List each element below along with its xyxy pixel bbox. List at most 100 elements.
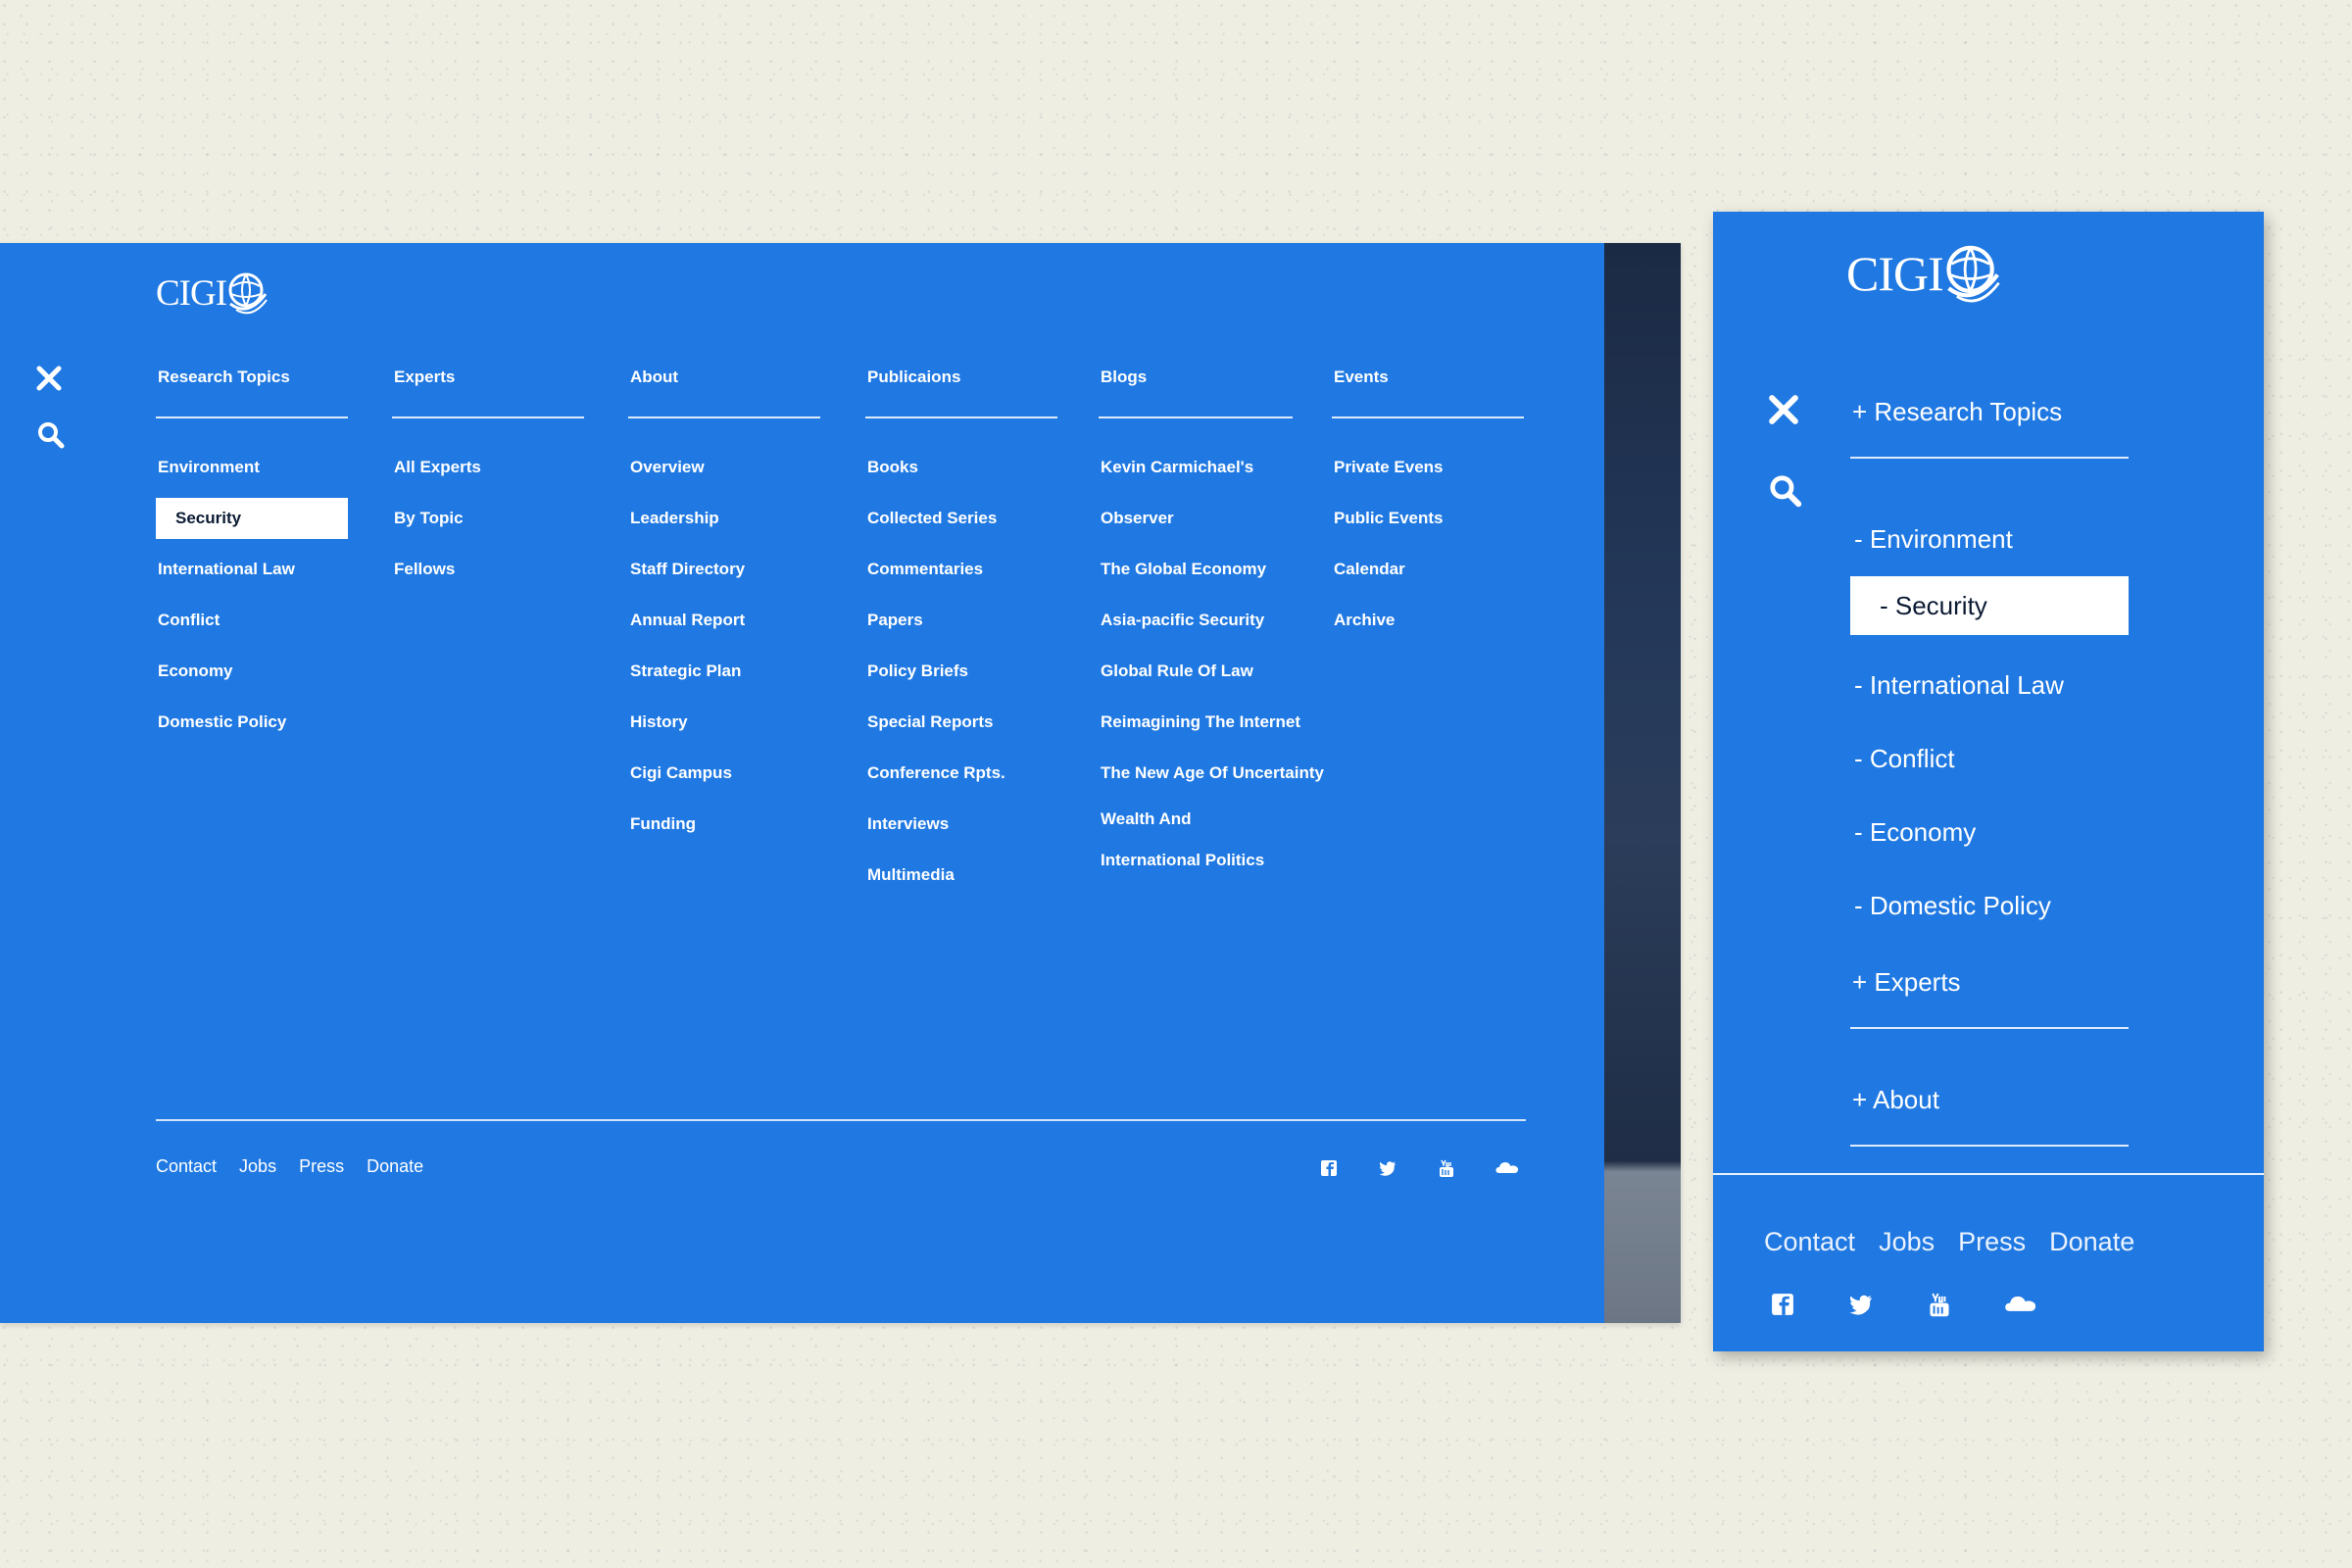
menu-item-archive[interactable]: Archive (1332, 595, 1524, 646)
column-heading[interactable]: Experts (392, 366, 584, 418)
menu-item-special-reports[interactable]: Special Reports (865, 697, 1057, 748)
menu-item-strategic-plan[interactable]: Strategic Plan (628, 646, 820, 697)
menu-item-books[interactable]: Books (865, 442, 1057, 493)
menu-item-collected-series[interactable]: Collected Series (865, 493, 1057, 544)
globe-icon (226, 269, 268, 318)
desktop-menu-panel: CIGI Research Topics Environment Securit… (0, 243, 1604, 1323)
menu-item-conflict[interactable]: Conflict (156, 595, 348, 646)
facebook-icon[interactable] (1768, 1290, 1797, 1319)
column-heading[interactable]: About (628, 366, 820, 418)
background-photo-strip (1604, 243, 1681, 1323)
column-list: Books Collected Series Commentaries Pape… (865, 442, 1057, 901)
soundcloud-icon[interactable] (1494, 1157, 1519, 1179)
menu-item-asia-pacific-security[interactable]: Asia-pacific Security (1099, 595, 1324, 646)
menu-item-conference-reports[interactable]: Conference Rpts. (865, 748, 1057, 799)
column-list: Kevin Carmichael's Observer The Global E… (1099, 442, 1324, 881)
menu-item-funding[interactable]: Funding (628, 799, 820, 850)
mobile-social-links (1768, 1290, 2036, 1319)
menu-item-domestic-policy[interactable]: Domestic Policy (156, 697, 348, 748)
close-icon[interactable] (33, 363, 65, 394)
column-about: About Overview Leadership Staff Director… (628, 366, 820, 850)
footer-link-contact[interactable]: Contact (156, 1156, 217, 1177)
column-heading[interactable]: Events (1332, 366, 1524, 418)
footer-link-press[interactable]: Press (1958, 1227, 2026, 1257)
mobile-menu: CIGI + Research Topics - Environment - S… (1713, 212, 2264, 1351)
column-heading[interactable]: Blogs (1099, 366, 1293, 418)
menu-item-commentaries[interactable]: Commentaries (865, 544, 1057, 595)
facebook-icon[interactable] (1318, 1157, 1340, 1179)
column-experts: Experts All Experts By Topic Fellows (392, 366, 584, 595)
mobile-footer-links: Contact Jobs Press Donate (1764, 1227, 2134, 1257)
menu-item-leadership[interactable]: Leadership (628, 493, 820, 544)
menu-item-environment[interactable]: Environment (156, 442, 348, 493)
column-heading[interactable]: Publicaions (865, 366, 1057, 418)
footer-link-jobs[interactable]: Jobs (1879, 1227, 1935, 1257)
menu-item-reimagining-the-internet[interactable]: Reimagining The Internet (1099, 697, 1324, 748)
mobile-item-economy[interactable]: - Economy (1850, 796, 2129, 869)
menu-item-annual-report[interactable]: Annual Report (628, 595, 820, 646)
column-list: Environment Security International Law C… (156, 442, 348, 748)
menu-item-overview[interactable]: Overview (628, 442, 820, 493)
mobile-section-experts: + Experts (1850, 958, 2129, 1029)
menu-item-the-global-economy[interactable]: The Global Economy (1099, 544, 1324, 595)
menu-item-staff-directory[interactable]: Staff Directory (628, 544, 820, 595)
mobile-item-international-law[interactable]: - International Law (1850, 649, 2129, 722)
close-icon[interactable] (1765, 391, 1802, 428)
menu-item-calendar[interactable]: Calendar (1332, 544, 1524, 595)
menu-item-public-events[interactable]: Public Events (1332, 493, 1524, 544)
menu-item-global-rule-of-law[interactable]: Global Rule Of Law (1099, 646, 1324, 697)
menu-item-security-active[interactable]: Security (156, 498, 348, 539)
mobile-section-research-topics: + Research Topics (1850, 388, 2129, 459)
column-list: Private Evens Public Events Calendar Arc… (1332, 442, 1524, 646)
footer-divider (156, 1119, 1526, 1121)
search-icon[interactable] (1768, 473, 1803, 509)
desktop-menu: CIGI Research Topics Environment Securit… (0, 243, 1681, 1323)
mobile-item-security-active[interactable]: - Security (1850, 576, 2129, 635)
menu-item-wealth-and-international-politics[interactable]: Wealth And International Politics (1099, 799, 1293, 881)
menu-item-multimedia[interactable]: Multimedia (865, 850, 1057, 901)
column-events: Events Private Evens Public Events Calen… (1332, 366, 1524, 646)
menu-item-policy-briefs[interactable]: Policy Briefs (865, 646, 1057, 697)
soundcloud-icon[interactable] (2003, 1290, 2036, 1319)
mobile-heading-research-topics[interactable]: + Research Topics (1850, 388, 2129, 459)
menu-item-papers[interactable]: Papers (865, 595, 1057, 646)
footer-link-donate[interactable]: Donate (2049, 1227, 2134, 1257)
footer-link-press[interactable]: Press (299, 1156, 344, 1177)
mobile-heading-about[interactable]: + About (1850, 1076, 2129, 1147)
cigi-logo[interactable]: CIGI (156, 269, 268, 318)
footer-link-jobs[interactable]: Jobs (239, 1156, 276, 1177)
menu-item-history[interactable]: History (628, 697, 820, 748)
column-list: Overview Leadership Staff Directory Annu… (628, 442, 820, 850)
twitter-icon[interactable] (1846, 1290, 1876, 1319)
cigi-logo[interactable]: CIGI (1846, 239, 2000, 308)
menu-item-the-new-age-of-uncertainty[interactable]: The New Age Of Uncertainty (1099, 748, 1324, 799)
logo-wordmark: CIGI (156, 272, 227, 314)
mobile-heading-experts[interactable]: + Experts (1850, 958, 2129, 1029)
youtube-icon[interactable] (1925, 1290, 1954, 1319)
social-links (1318, 1157, 1519, 1179)
menu-item-economy[interactable]: Economy (156, 646, 348, 697)
twitter-icon[interactable] (1377, 1157, 1398, 1179)
menu-item-fellows[interactable]: Fellows (392, 544, 584, 595)
mobile-footer-divider (1713, 1173, 2264, 1175)
mobile-item-conflict[interactable]: - Conflict (1850, 722, 2129, 796)
menu-item-kevin-carmichaels[interactable]: Kevin Carmichael's (1099, 442, 1324, 493)
footer-links: Contact Jobs Press Donate (156, 1156, 423, 1177)
column-list: All Experts By Topic Fellows (392, 442, 584, 595)
menu-item-private-events[interactable]: Private Evens (1332, 442, 1524, 493)
menu-item-observer[interactable]: Observer (1099, 493, 1324, 544)
search-icon[interactable] (36, 420, 66, 450)
youtube-icon[interactable] (1436, 1157, 1457, 1179)
menu-item-cigi-campus[interactable]: Cigi Campus (628, 748, 820, 799)
mobile-item-environment[interactable]: - Environment (1850, 503, 2129, 576)
menu-item-international-law[interactable]: International Law (156, 544, 348, 595)
menu-item-by-topic[interactable]: By Topic (392, 493, 584, 544)
footer-link-donate[interactable]: Donate (367, 1156, 423, 1177)
mobile-topic-list: - Environment - Security - International… (1850, 503, 2129, 943)
mobile-item-domestic-policy[interactable]: - Domestic Policy (1850, 869, 2129, 943)
column-heading[interactable]: Research Topics (156, 366, 348, 418)
footer-link-contact[interactable]: Contact (1764, 1227, 1855, 1257)
menu-item-interviews[interactable]: Interviews (865, 799, 1057, 850)
menu-item-all-experts[interactable]: All Experts (392, 442, 584, 493)
globe-icon (1943, 239, 2000, 308)
